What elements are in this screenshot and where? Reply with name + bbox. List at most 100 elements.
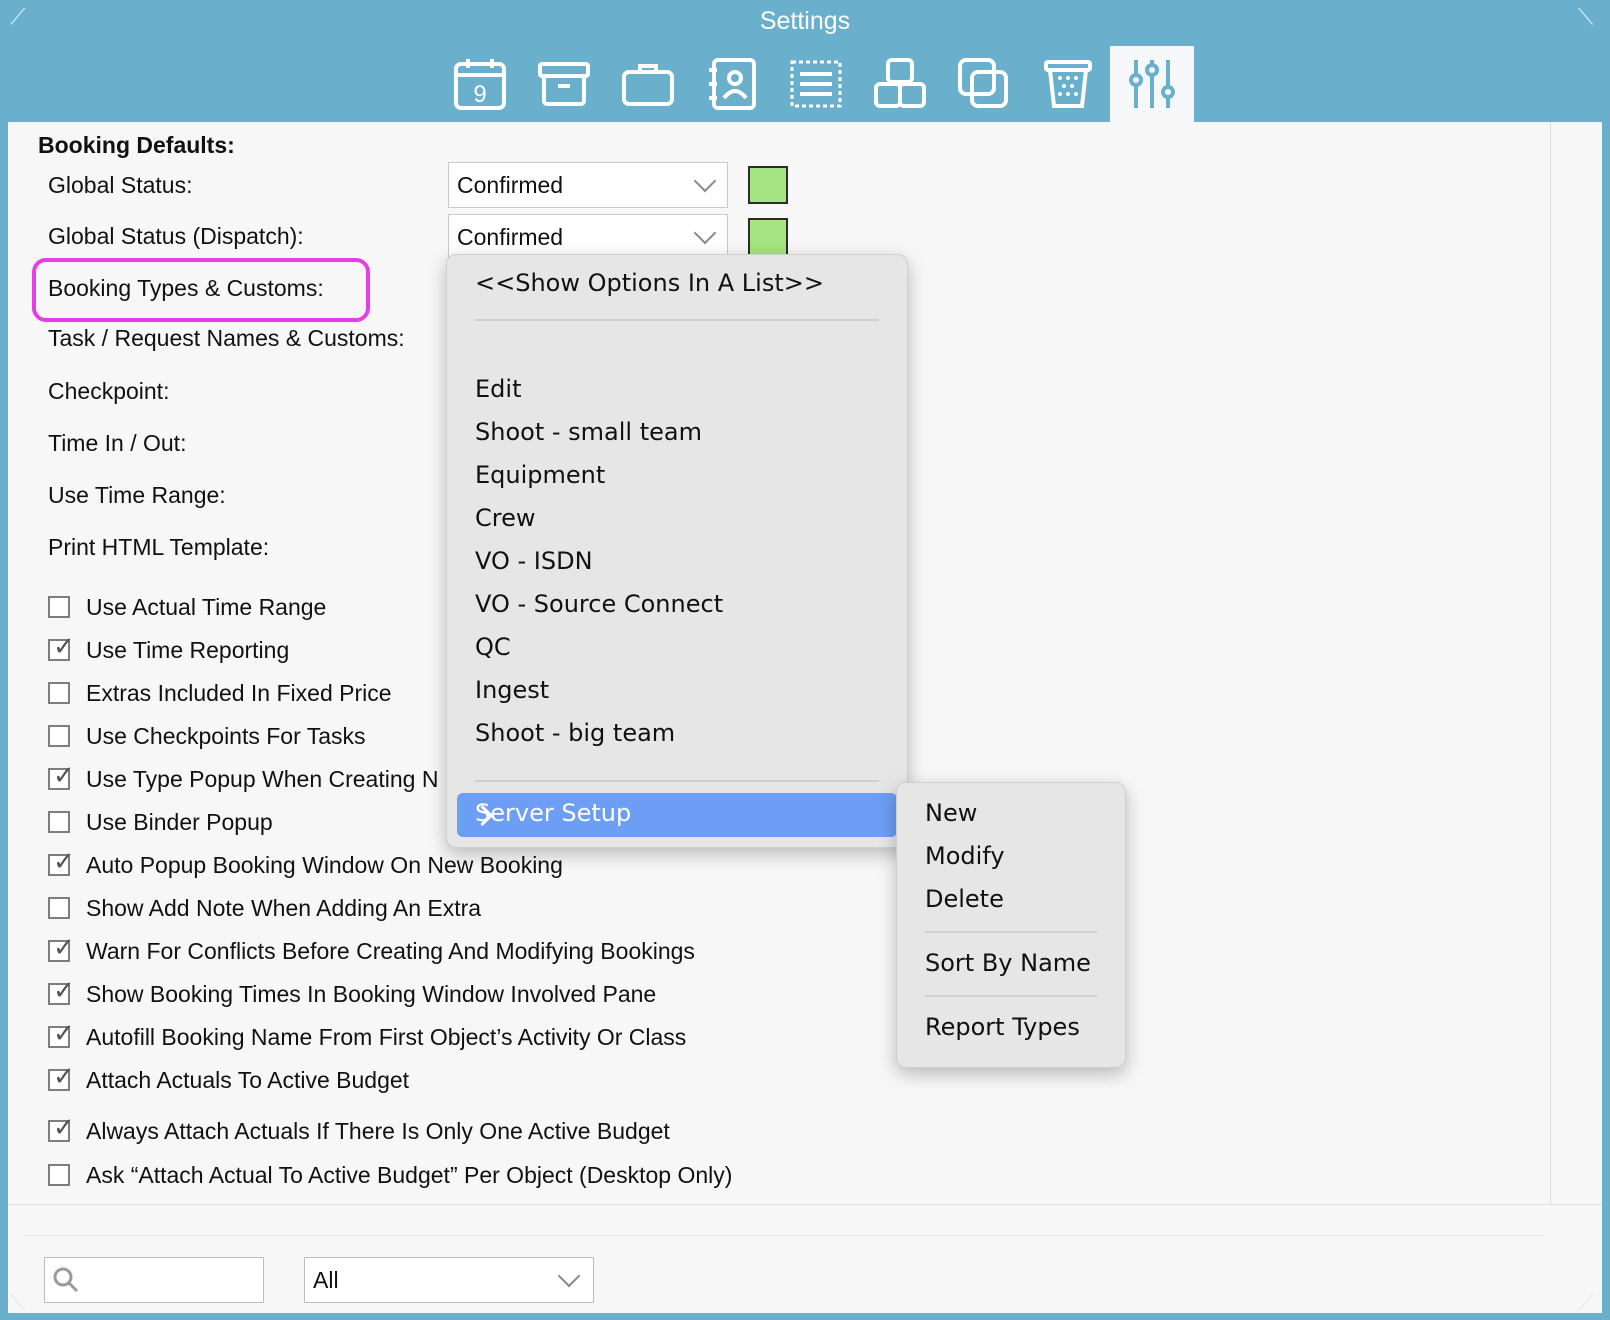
checkbox-row[interactable]: ✓ Auto Popup Booking Window On New Bookin… [48,848,563,880]
menu-separator [475,780,879,782]
menu-item-booking-type[interactable]: Shoot - big team [475,719,675,747]
checkbox-checked[interactable]: ✓ [48,848,75,876]
divider [22,1235,1544,1236]
resize-corner-top-left-icon[interactable]: ⟋ [10,4,25,30]
checkbox-unchecked[interactable] [48,897,70,919]
checkbox-checked[interactable]: ✓ [48,1114,75,1142]
checkbox-checked[interactable]: ✓ [48,934,75,962]
checkbox-row[interactable]: ✓ Attach Actuals To Active Budget [48,1063,409,1095]
checkbox-unchecked[interactable] [48,725,70,747]
menu-item-show-options-list[interactable]: <<Show Options In A List>> [475,269,824,297]
menu-item-booking-type[interactable]: Crew [475,504,536,532]
checkmark-icon: ✓ [53,1018,75,1048]
search-icon [53,1267,79,1293]
checkbox-unchecked[interactable] [48,811,70,833]
filter-select[interactable]: All [304,1257,594,1303]
submenu-item-delete[interactable]: Delete [925,885,1004,913]
settings-sliders-icon [1129,60,1175,108]
calendar-icon: 9 [454,59,506,110]
archive-box-icon [538,62,590,106]
copies-tab[interactable] [942,46,1026,122]
chevron-down-icon [693,169,717,193]
checkbox-unchecked[interactable] [48,682,70,704]
checkbox-row[interactable]: ✓ Always Attach Actuals If There Is Only … [48,1114,670,1146]
checkbox-label: Use Binder Popup [86,808,273,835]
checkmark-icon: ✓ [53,760,75,790]
checkbox-label: Use Time Reporting [86,636,290,663]
submenu-item-sort-by-name[interactable]: Sort By Name [925,949,1091,977]
menu-item-server-setup-label: Server Setup [475,799,632,827]
menu-item-booking-type[interactable]: VO - Source Connect [475,590,723,618]
menu-item-booking-type[interactable]: QC [475,633,511,661]
chevron-down-icon [693,221,717,245]
content-clip [8,1194,1548,1204]
window-title: Settings [759,7,851,35]
checkmark-icon: ✓ [53,1112,75,1142]
calendar-tab[interactable]: 9 [438,46,522,122]
menu-item-booking-type[interactable]: Shoot - small team [475,418,702,446]
global-status-select[interactable]: Confirmed [448,162,728,208]
checkbox-row[interactable]: Use Checkpoints For Tasks [48,721,366,751]
scrollbar-track[interactable] [1550,122,1551,1204]
checkbox-row[interactable]: Use Binder Popup [48,807,273,837]
submenu-item-report-types[interactable]: Report Types [925,1013,1080,1041]
checkbox-unchecked[interactable] [48,596,70,618]
submenu-item-modify[interactable]: Modify [925,842,1005,870]
global-status-color-swatch[interactable] [748,166,788,204]
booking-type-popup-menu: <<Show Options In A List>> Edit Shoot - s… [446,254,908,848]
contacts-tab[interactable] [690,46,774,122]
checkbox-checked[interactable]: ✓ [48,633,75,661]
checkbox-row[interactable]: Ask “Attach Actual To Active Budget” Per… [48,1160,732,1190]
checkbox-label: Extras Included In Fixed Price [86,679,392,706]
resize-corner-bottom-left-icon[interactable]: ⟍ [10,1290,25,1316]
trash-tab[interactable] [1026,46,1110,122]
booking-types-label: Booking Types & Customs: [48,275,324,301]
use-time-range-label: Use Time Range: [48,482,226,508]
checkbox-unchecked[interactable] [48,1164,70,1186]
checkbox-row[interactable]: ✓ Show Booking Times In Booking Window In… [48,977,656,1009]
menu-item-server-setup[interactable]: Server Setup [457,793,897,837]
checkbox-row[interactable]: Show Add Note When Adding An Extra [48,893,481,923]
checkbox-checked[interactable]: ✓ [48,977,75,1005]
objects-icon [874,58,926,108]
checkbox-checked[interactable]: ✓ [48,1020,75,1048]
search-input[interactable] [44,1257,264,1303]
checkmark-icon: ✓ [53,631,75,661]
lists-tab[interactable] [774,46,858,122]
resize-corner-bottom-right-icon[interactable]: ⟋ [1578,1290,1593,1316]
checkbox-checked[interactable]: ✓ [48,1063,75,1091]
menu-item-booking-type[interactable]: Equipment [475,461,605,489]
time-in-out-label: Time In / Out: [48,430,187,456]
resize-corner-top-right-icon[interactable]: ⟍ [1578,4,1593,30]
filter-select-value: All [313,1267,339,1293]
checkpoint-label: Checkpoint: [48,378,170,404]
projects-tab[interactable] [606,46,690,122]
checkbox-label: Use Actual Time Range [86,593,327,620]
objects-tab[interactable] [858,46,942,122]
global-status-dispatch-color-swatch[interactable] [748,218,788,256]
submenu-item-new[interactable]: New [925,799,977,827]
menu-item-booking-type[interactable]: Edit [475,375,521,403]
global-status-label: Global Status: [48,172,193,198]
bottom-filter-bar: All [8,1204,1602,1313]
menu-item-booking-type[interactable]: Ingest [475,676,549,704]
checkbox-label: Show Add Note When Adding An Extra [86,894,482,921]
global-status-dispatch-label: Global Status (Dispatch): [48,223,304,249]
archive-tab[interactable] [522,46,606,122]
checkbox-row[interactable]: ✓ Use Time Reporting [48,633,290,665]
checkbox-row[interactable]: ✓ Use Type Popup When Creating N [48,762,439,794]
checkbox-row[interactable]: ✓ Autofill Booking Name From First Object… [48,1020,687,1052]
checkmark-icon: ✓ [53,975,75,1005]
checkbox-label: Use Type Popup When Creating N [86,765,439,792]
settings-tab[interactable] [1110,46,1194,122]
checkbox-row[interactable]: Extras Included In Fixed Price [48,678,392,708]
checkbox-checked[interactable]: ✓ [48,762,75,790]
checkbox-row[interactable]: ✓ Warn For Conflicts Before Creating And … [48,934,695,966]
contacts-book-icon [709,58,756,110]
checkbox-label: Warn For Conflicts Before Creating And M… [86,937,695,964]
checkbox-row[interactable]: Use Actual Time Range [48,592,326,622]
menu-item-booking-type[interactable]: VO - ISDN [475,547,593,575]
checkmark-icon: ✓ [53,846,75,876]
checkbox-label: Autofill Booking Name From First Object’… [86,1023,687,1050]
chevron-down-icon [557,1264,581,1288]
